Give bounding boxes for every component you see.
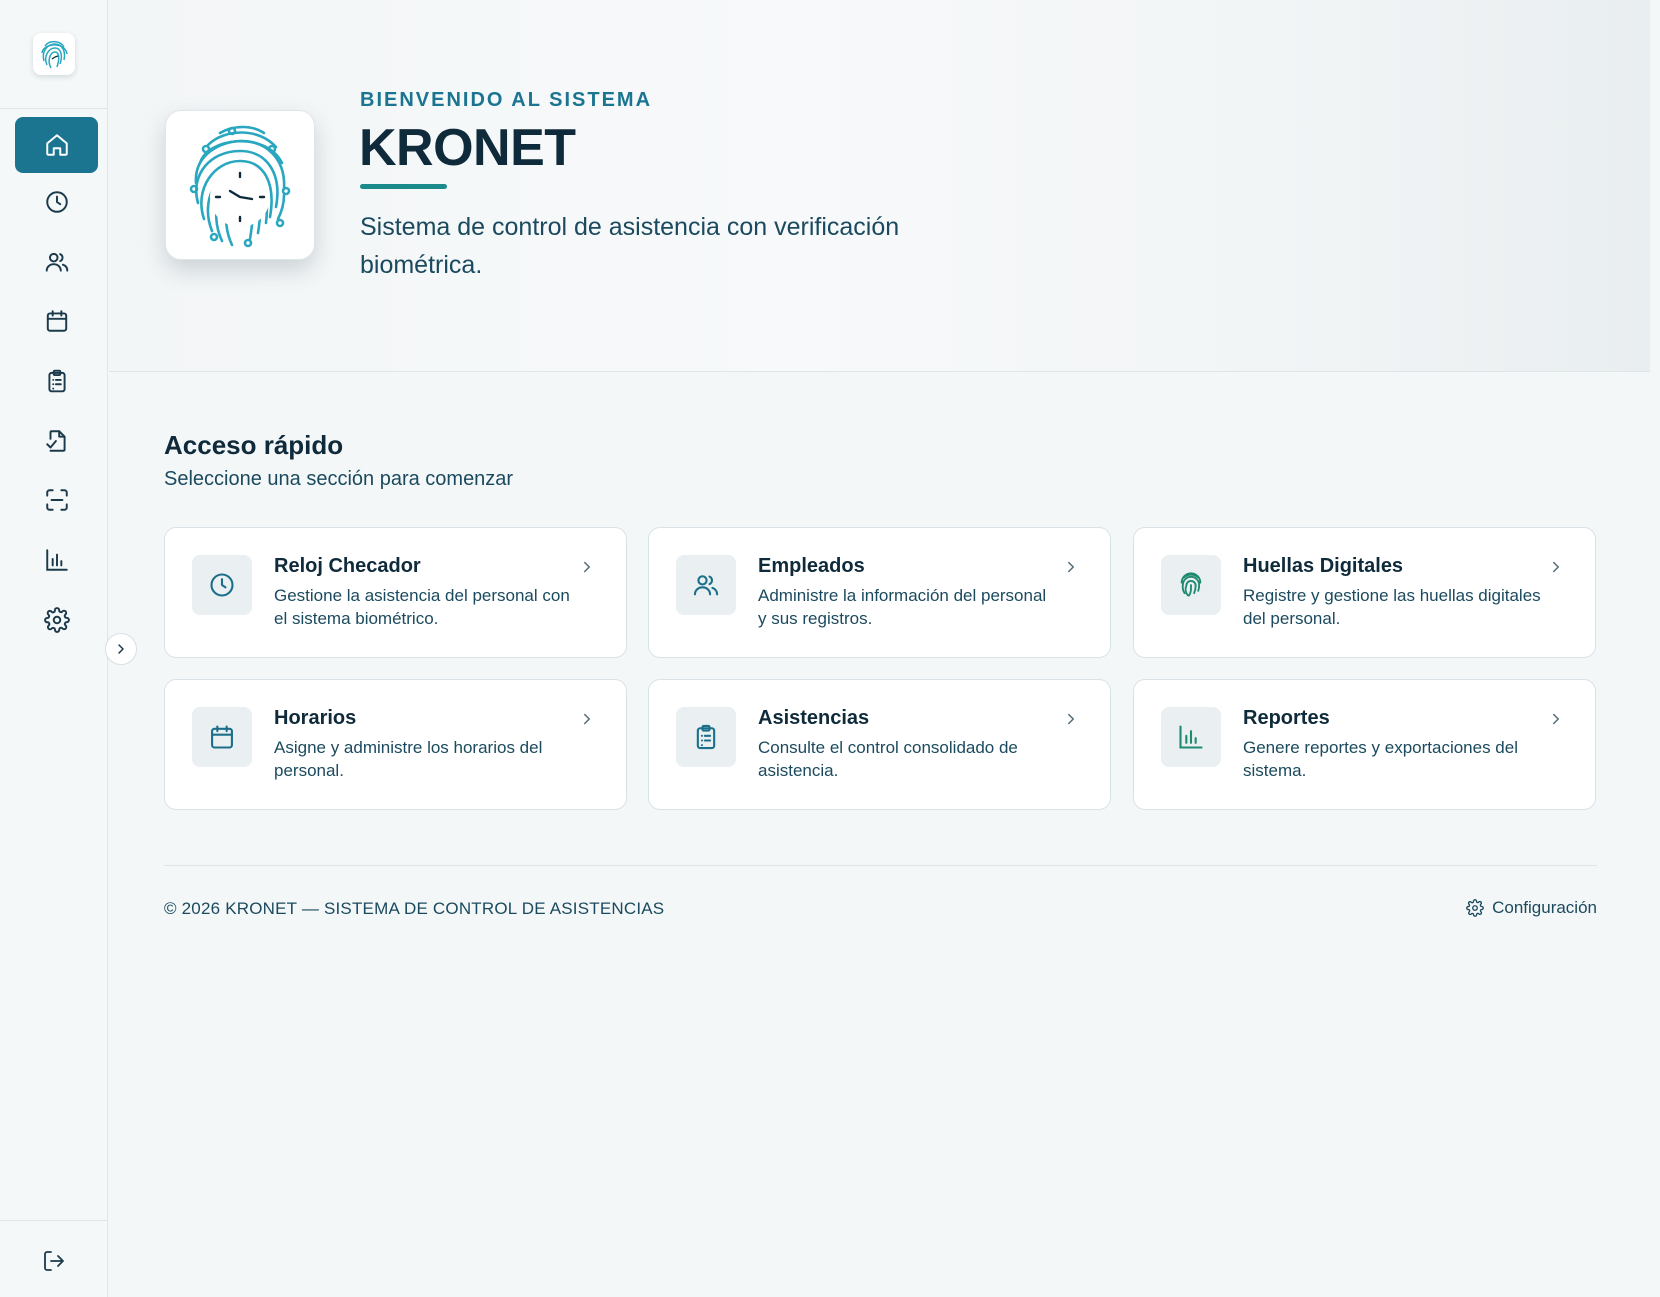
card-huellas-digitales[interactable]: Huellas Digitales Registre y gestione la… [1133,527,1596,658]
chevron-right-icon [1062,558,1080,576]
footer-copyright: © 2026 KRONET — SISTEMA DE CONTROL DE AS… [164,899,665,918]
logout-icon [44,1251,64,1271]
chevron-right-icon [578,710,596,728]
chevron-right-icon [578,558,596,576]
sidebar-item-justifications[interactable] [15,413,98,469]
card-description: Consulte el control consolidado de asist… [758,738,1018,780]
sidebar-item-settings[interactable] [15,592,98,648]
clipboard-icon [696,724,716,750]
card-icon-box [1161,707,1221,767]
sidebar-divider [0,108,108,109]
chevron-right-icon [1547,558,1565,576]
footer-config-link[interactable]: Configuración [1466,898,1597,918]
title-underline [360,184,447,189]
page-title: KRONET [359,119,576,177]
card-description: Gestione la asistencia del personal con … [274,586,570,628]
sidebar-item-employees[interactable] [15,234,98,290]
footer-config-label: Configuración [1492,898,1597,917]
sidebar-divider [0,1220,108,1221]
sidebar-item-schedules[interactable] [15,293,98,349]
users-icon [693,575,719,596]
card-asistencias[interactable]: Asistencias Consulte el control consolid… [648,679,1111,810]
card-title: Empleados [758,555,865,577]
gear-icon [43,607,70,633]
sidebar-item-home[interactable] [15,117,98,173]
chevron-right-icon [118,644,124,654]
card-description: Genere reportes y exportaciones del sist… [1243,738,1518,780]
sidebar [0,0,108,1297]
card-title: Asistencias [758,707,870,729]
sidebar-item-attendance[interactable] [15,353,98,409]
sidebar-item-reports[interactable] [15,532,98,588]
card-icon-box [676,555,736,615]
card-title: Reloj Checador [274,555,421,577]
hero-kicker: BIENVENIDO AL SISTEMA [360,89,653,111]
home-icon [45,134,68,156]
bar-chart-icon [1179,725,1203,749]
card-description: Registre y gestione las huellas digitale… [1243,586,1541,628]
gear-icon [1466,899,1484,917]
bar-chart-icon [45,549,68,571]
card-title: Reportes [1243,707,1330,729]
calendar-icon [46,310,67,332]
card-icon-box [192,707,252,767]
card-icon-box [676,707,736,767]
card-horarios[interactable]: Horarios Asigne y administre los horario… [164,679,627,810]
hero-subtitle: Sistema de control de asistencia con ver… [360,213,900,279]
sidebar-toggle-button[interactable] [105,633,137,665]
card-description: Administre la información del personal y… [758,586,1047,628]
card-reportes[interactable]: Reportes Genere reportes y exportaciones… [1133,679,1596,810]
fingerprint-clock-icon [189,125,291,248]
logout-button[interactable] [36,1245,72,1277]
users-icon [45,252,68,272]
card-title: Huellas Digitales [1243,555,1404,577]
card-icon-box [192,555,252,615]
card-title: Horarios [274,707,357,729]
file-check-icon [45,430,66,452]
hero-banner: BIENVENIDO AL SISTEMA KRONET Sistema de … [109,0,1650,372]
chevron-right-icon [1062,710,1080,728]
clipboard-icon [47,369,66,393]
hero-logo [165,110,315,260]
card-icon-box [1161,555,1221,615]
calendar-icon [211,725,233,749]
card-reloj-checador[interactable]: Reloj Checador Gestione la asistencia de… [164,527,627,658]
fingerprint-clock-logo-icon [41,40,68,69]
clock-icon [45,191,68,213]
chevron-right-icon [1547,710,1565,728]
card-empleados[interactable]: Empleados Administre la información del … [648,527,1111,658]
sidebar-item-clock[interactable] [15,174,98,230]
sidebar-item-scanner[interactable] [15,472,98,528]
scan-icon [45,489,68,511]
clock-icon [210,573,234,597]
card-description: Asigne y administre los horarios del per… [274,738,543,780]
footer-divider [164,865,1597,866]
app-logo[interactable] [33,33,75,75]
fingerprint-icon [1180,572,1202,597]
section-title: Acceso rápido [164,430,344,460]
section-subtitle: Seleccione una sección para comenzar [164,468,514,490]
